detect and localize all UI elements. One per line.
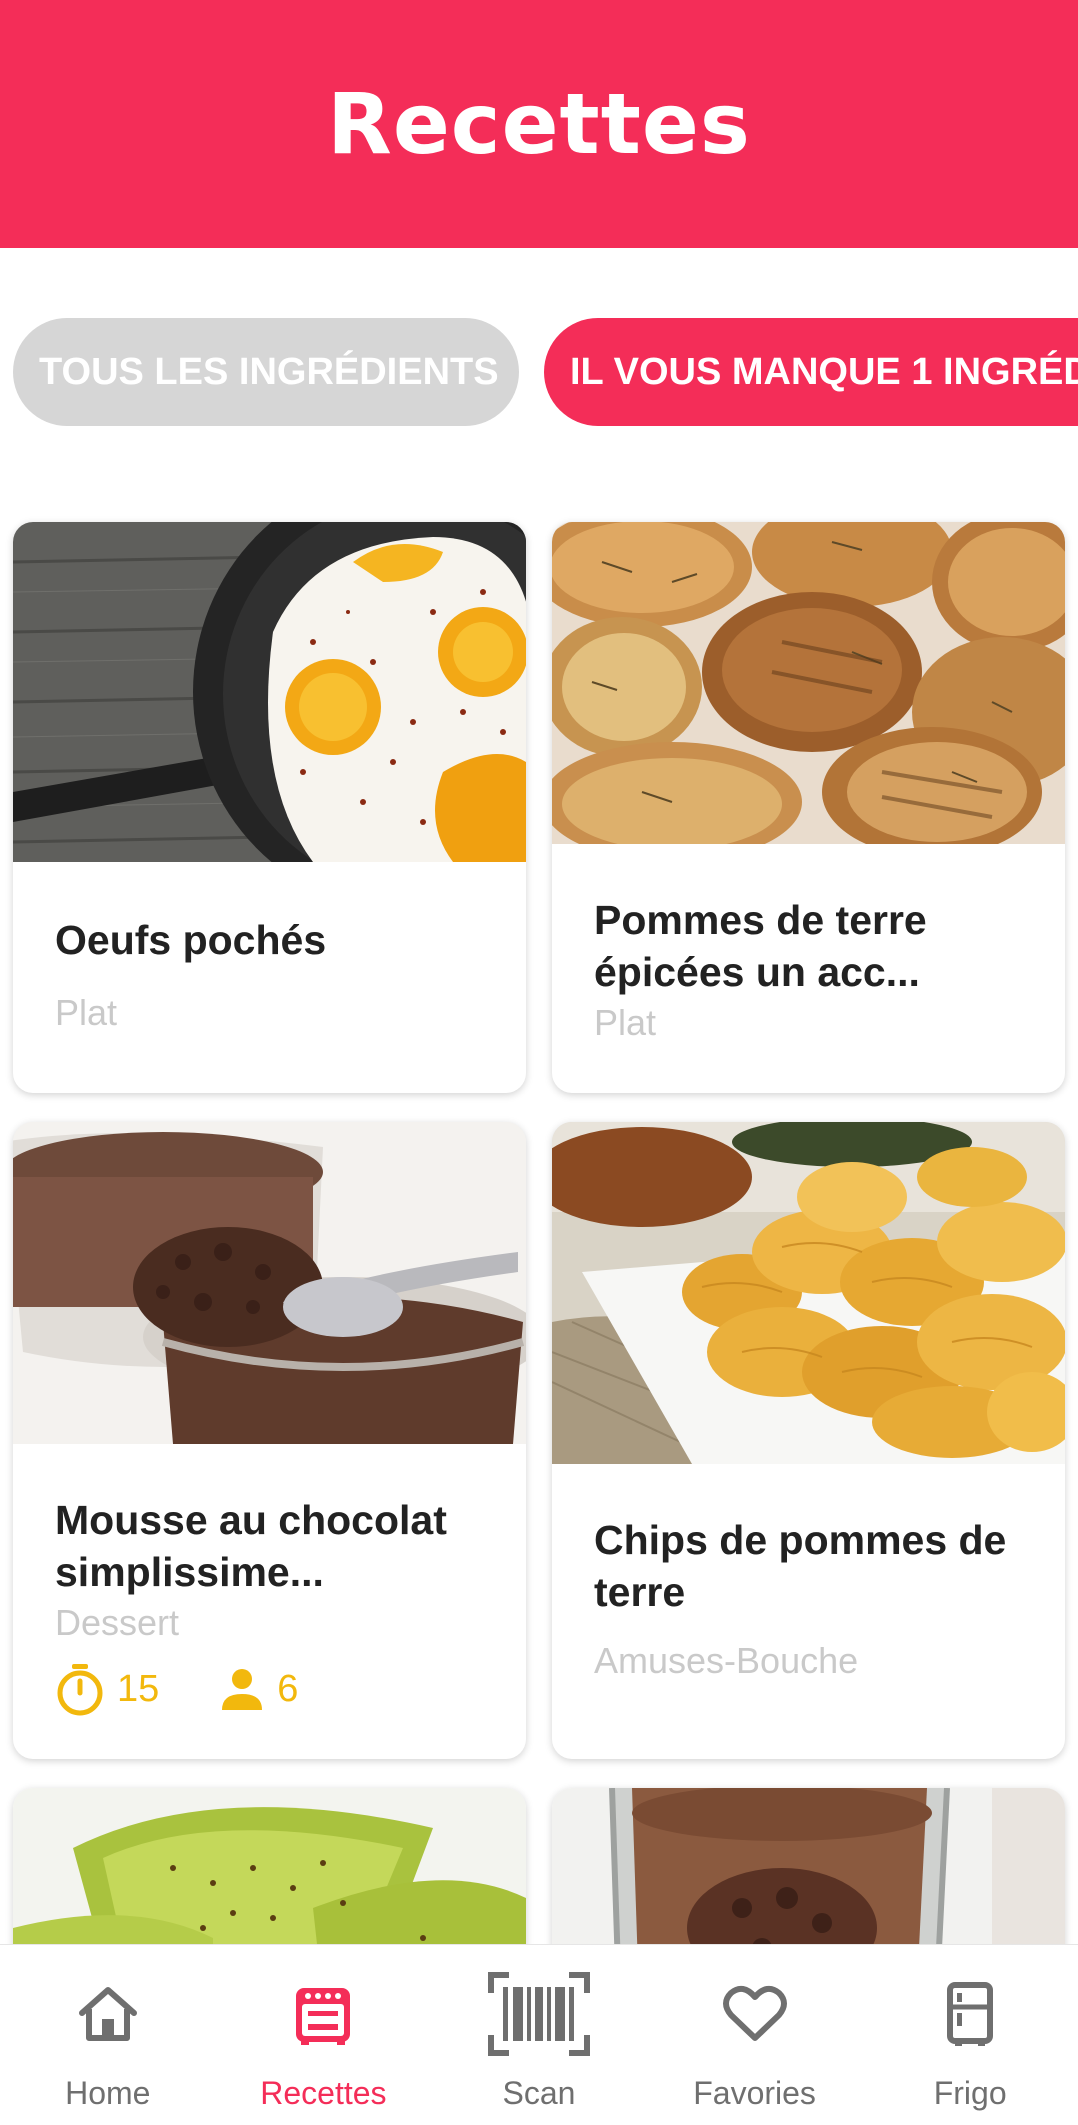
filter-chips: TOUS LES INGRÉDIENTS IL VOUS MANQUE 1 IN…: [0, 318, 1078, 426]
oven-icon: [291, 1971, 355, 2057]
app-header: Recettes: [0, 0, 1078, 248]
recipe-meta: 15 6: [55, 1662, 298, 1716]
recipe-card[interactable]: Oeufs pochés Plat: [13, 522, 526, 1093]
recipe-image-roasted-potatoes: [552, 522, 1065, 844]
nav-frigo-label: Frigo: [933, 2075, 1007, 2111]
recipe-category: Dessert: [55, 1602, 180, 1643]
prep-time: 15: [117, 1667, 160, 1710]
fridge-icon: [946, 1971, 994, 2057]
nav-favories[interactable]: Favories: [655, 1945, 855, 2112]
recipe-title: Pommes de terre épicées un acc...: [594, 897, 927, 995]
recipe-category: Plat: [55, 992, 118, 1033]
barcode-icon: [487, 1971, 591, 2057]
person-icon: [219, 1666, 265, 1712]
recipe-image-potato-chips: [552, 1122, 1065, 1464]
nav-home-label: Home: [65, 2075, 151, 2111]
recipe-title: Mousse au chocolat simplissime...: [55, 1497, 447, 1595]
nav-scan[interactable]: Scan: [439, 1945, 639, 2112]
filter-all-ingredients-chip[interactable]: TOUS LES INGRÉDIENTS: [13, 318, 519, 426]
page-title: Recettes: [327, 75, 751, 173]
home-icon: [77, 1971, 139, 2057]
recipe-card[interactable]: Mousse au chocolat simplissime... Desser…: [13, 1122, 526, 1759]
recipe-title: Oeufs pochés: [55, 917, 327, 963]
servings-count: 6: [277, 1667, 299, 1710]
nav-favories-label: Favories: [693, 2075, 816, 2111]
timer-icon: [55, 1662, 105, 1716]
nav-scan-label: Scan: [502, 2075, 576, 2111]
nav-home[interactable]: Home: [8, 1945, 208, 2112]
recipe-category: Plat: [594, 1002, 657, 1043]
recipe-category: Amuses-Bouche: [594, 1640, 859, 1681]
recipe-image-fried-eggs: [13, 522, 526, 862]
bottom-navigation: Home Recettes Scan Favories Frigo: [0, 1944, 1078, 2125]
nav-frigo[interactable]: Frigo: [870, 1945, 1070, 2112]
nav-recettes-label: Recettes: [260, 2075, 387, 2111]
recipe-title: Chips de pommes de terre: [594, 1517, 1007, 1615]
filter-missing-one-chip[interactable]: IL VOUS MANQUE 1 INGRÉDIENT: [544, 318, 1078, 426]
recipe-card[interactable]: Chips de pommes de terre Amuses-Bouche: [552, 1122, 1065, 1759]
nav-recettes[interactable]: Recettes: [223, 1945, 423, 2112]
heart-icon: [722, 1971, 787, 2057]
recipe-image-chocolate-mousse: [13, 1122, 526, 1444]
recipe-card[interactable]: Pommes de terre épicées un acc... Plat: [552, 522, 1065, 1093]
